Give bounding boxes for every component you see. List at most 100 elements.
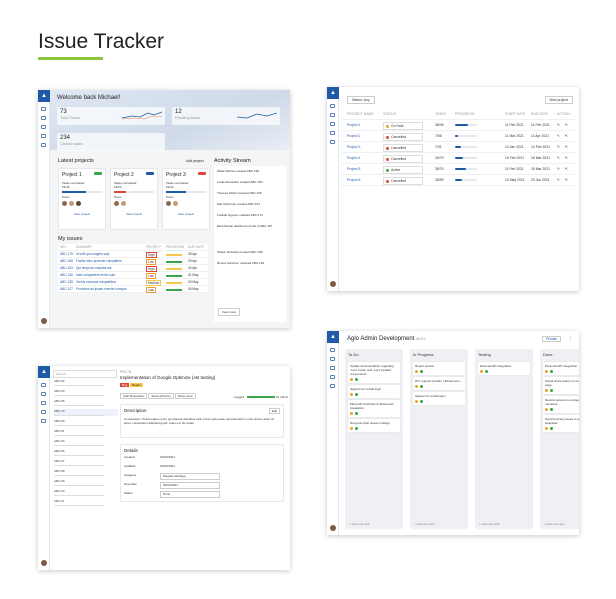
private-badge[interactable]: Private (542, 336, 561, 342)
table-row[interactable]: Project 3 Cancelled 7/31 14 Jan 2021 14 Feb … (341, 142, 575, 153)
code-icon[interactable] (330, 140, 335, 144)
detail-value[interactable]: Done (160, 491, 220, 498)
add-task-button[interactable]: + Add new task (414, 522, 434, 526)
users-icon[interactable] (330, 122, 335, 126)
issue-summary[interactable]: Provident ad ipsam eveniet cumque (76, 286, 127, 293)
list-item[interactable]: ABC-80 (54, 419, 118, 426)
task-card[interactable]: Support for sociial login (348, 385, 400, 398)
issue-summary[interactable]: Qui tempore voluptas est (76, 265, 111, 272)
table-row[interactable]: Project 4 Cancelled 26/79 10 Feb 2021 16 Mar… (341, 153, 575, 164)
view-project-link[interactable]: View project (62, 212, 102, 216)
project-name-link[interactable]: Project 3 (347, 142, 360, 153)
calendar-icon[interactable] (41, 410, 46, 414)
status-select[interactable]: Cancelled (383, 155, 423, 163)
document-icon[interactable] (330, 357, 335, 361)
open-icon[interactable]: ⇱ (565, 164, 568, 175)
view-project-link[interactable]: View project (114, 212, 154, 216)
task-card[interactable]: Drag and drop issues in Edge (348, 419, 400, 432)
more-menu-icon[interactable]: ⋮ (568, 336, 573, 342)
users-icon[interactable] (330, 366, 335, 370)
task-card[interactable]: Report section (413, 362, 465, 375)
issue-summary[interactable]: Facilis mieo proiente voluptatem (76, 258, 122, 265)
issue-key[interactable]: ABC-153 (60, 265, 73, 272)
list-item[interactable]: ABC-90 (54, 489, 118, 496)
search-input[interactable]: Search (53, 370, 117, 378)
list-item[interactable]: ABC-89 (54, 479, 118, 486)
list-item[interactable]: ABC-85 (54, 399, 118, 406)
app-logo-icon[interactable]: ▲ (327, 331, 339, 343)
open-icon[interactable]: ⇱ (565, 153, 568, 164)
project-name-link[interactable]: Project 5 (347, 164, 360, 175)
detail-value[interactable]: Meghan Aldridge (160, 473, 220, 480)
task-card[interactable]: RTL support (Arabic, Hebrew etc.) (413, 377, 465, 390)
users-icon[interactable] (41, 401, 46, 405)
issue-key[interactable]: ABC-127 (60, 286, 73, 293)
status-select[interactable]: On Hold (383, 122, 423, 130)
status-select[interactable]: Cancelled (383, 133, 423, 141)
edit-icon[interactable]: ✎ (557, 131, 560, 142)
table-row[interactable]: Project 5 Active 38/75 11 Feb 2021 15 Mar 20… (341, 164, 575, 175)
list-item[interactable]: ABC-84 (54, 439, 118, 446)
issue-key[interactable]: ABC-166 (60, 258, 73, 265)
task-card[interactable]: External API integration (478, 362, 530, 375)
document-icon[interactable] (41, 116, 46, 120)
table-row[interactable]: Project 1 On Hold 38/45 11 Feb 2021 11 Feb 2… (341, 120, 575, 131)
avatar[interactable] (41, 560, 47, 566)
code-icon[interactable] (330, 384, 335, 388)
table-row[interactable]: ABC-175 Id velit quo magnis sapi High 28 Ap… (58, 251, 208, 258)
edit-icon[interactable]: ✎ (557, 164, 560, 175)
issue-summary[interactable]: Iusto voluptatem nemo sunt (76, 272, 115, 279)
avatar[interactable] (41, 318, 47, 324)
document-icon[interactable] (41, 392, 46, 396)
task-card[interactable]: Social share button on notification page (543, 377, 579, 394)
table-row[interactable]: ABC-153 Qui tempore voluptas est High 30 Ap… (58, 265, 208, 272)
issue-key[interactable]: ABC-175 (60, 251, 73, 258)
table-row[interactable]: Project 6 Cancelled 28/99 10 May 2021 23 Jun… (341, 175, 575, 186)
calendar-icon[interactable] (41, 134, 46, 138)
task-card[interactable]: Personal API integration (543, 362, 579, 375)
add-project-link[interactable]: Add project (186, 159, 204, 163)
dashboard-icon[interactable] (330, 348, 335, 352)
list-item[interactable]: ABC-87 (54, 459, 118, 466)
task-card[interactable]: Synchronizing issues to a new Helpdesk (543, 415, 579, 432)
add-task-button[interactable]: + Add new task (544, 522, 564, 526)
list-item[interactable]: ABC-88 (54, 469, 118, 476)
edit-icon[interactable]: ✎ (557, 153, 560, 164)
table-row[interactable]: ABC-146 Iusto voluptatem nemo sunt Low 01 M… (58, 272, 208, 279)
project-card[interactable]: Project 1 Tasks completed 31/46 Team Vie… (58, 168, 106, 230)
app-logo-icon[interactable]: ▲ (327, 87, 339, 99)
add-task-button[interactable]: + Add new task (349, 522, 369, 526)
new-project-button[interactable]: New project (544, 96, 573, 104)
status-select[interactable]: Cancelled (383, 177, 423, 185)
code-icon[interactable] (41, 419, 46, 423)
issue-key[interactable]: ABC-138 (60, 279, 73, 286)
task-card[interactable]: Update documentation regarding “Let's In… (348, 362, 400, 383)
table-row[interactable]: ABC-138 Omnis eiusmod voluptatibus Medium 0… (58, 279, 208, 286)
task-card[interactable]: Restrict access to a project to its memb… (543, 396, 579, 413)
project-card[interactable]: Project 3 Tasks completed 22/42 Team Vie… (162, 168, 210, 230)
project-name-link[interactable]: Project 2 (347, 131, 360, 142)
avatar[interactable] (330, 525, 336, 531)
open-icon[interactable]: ⇱ (565, 142, 568, 153)
list-item[interactable]: ABC-82 (54, 379, 118, 386)
status-select[interactable]: Active (383, 166, 423, 174)
code-icon[interactable] (41, 143, 46, 147)
table-row[interactable]: Project 2 Cancelled 7/56 11 Mar 2021 11 Apr … (341, 131, 575, 142)
show-more-button[interactable]: Show more (174, 393, 196, 399)
issue-summary[interactable]: Id velit quo magnis sapi (76, 251, 109, 258)
list-item[interactable]: ABC-86 (54, 449, 118, 456)
list-item[interactable]: ABC-83 (54, 389, 118, 396)
project-name-link[interactable]: Project 1 (347, 120, 360, 131)
project-name-link[interactable]: Project 6 (347, 175, 360, 186)
app-logo-icon[interactable]: ▲ (38, 366, 50, 378)
app-logo-icon[interactable]: ▲ (38, 90, 50, 102)
open-icon[interactable]: ⇱ (565, 120, 568, 131)
edit-icon[interactable]: ✎ (557, 142, 560, 153)
list-item[interactable]: ABC-91 (54, 499, 118, 506)
show-items-button[interactable]: Show all Items (148, 393, 174, 399)
project-name-link[interactable]: Project 4 (347, 153, 360, 164)
calendar-icon[interactable] (330, 375, 335, 379)
list-item[interactable]: ABC-79 (54, 409, 118, 416)
edit-button[interactable]: Edit (268, 408, 280, 414)
detail-value[interactable]: 26/04/2021 (160, 482, 220, 489)
